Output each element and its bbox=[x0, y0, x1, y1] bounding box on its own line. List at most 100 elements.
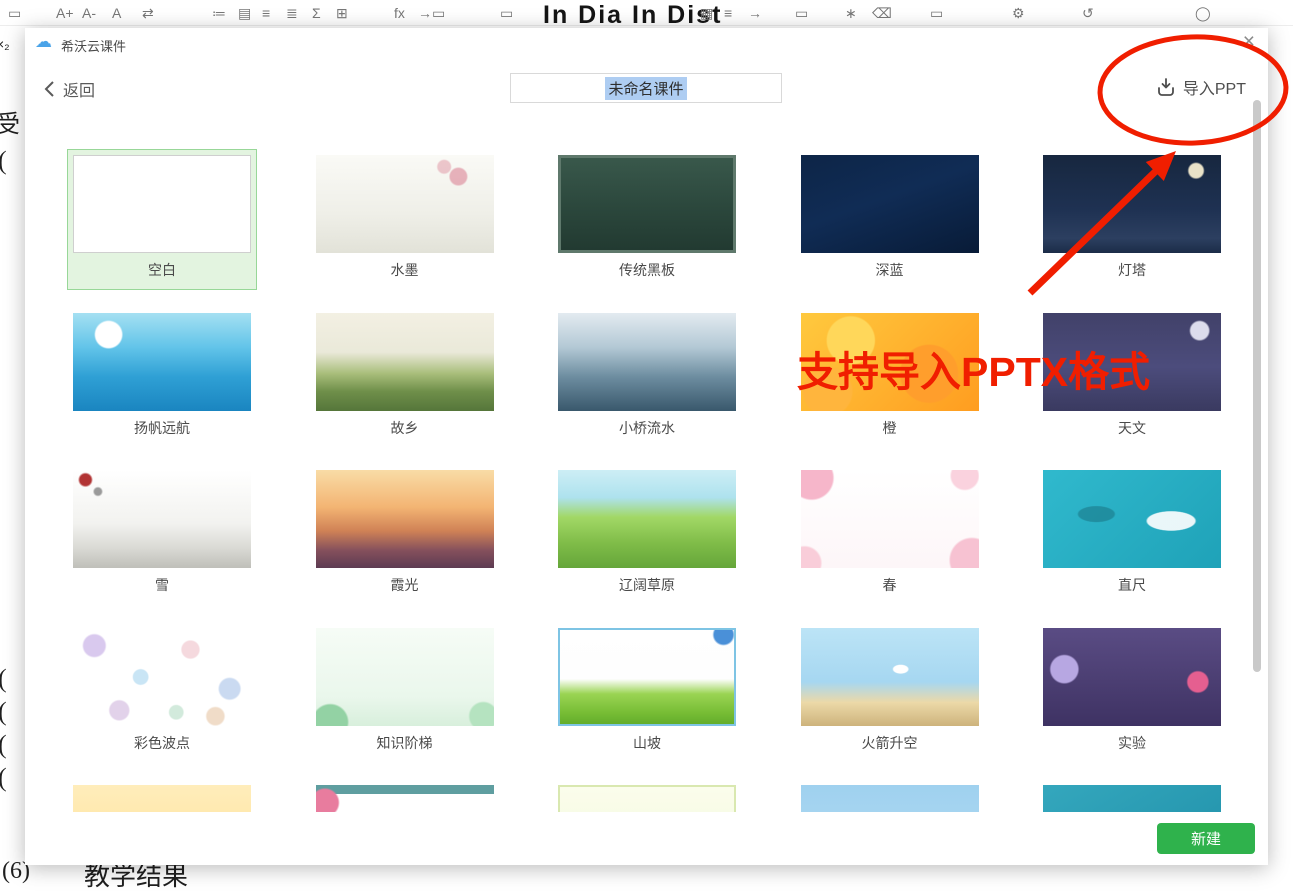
template-item-深蓝[interactable]: 深蓝 bbox=[795, 149, 985, 289]
toolbar-icon: ▭ bbox=[930, 4, 943, 22]
toolbar-icon: ≡ bbox=[724, 4, 732, 22]
template-label: 深蓝 bbox=[801, 253, 979, 289]
template-thumbnail[interactable] bbox=[1043, 628, 1221, 726]
template-thumbnail[interactable] bbox=[1043, 313, 1221, 411]
background-text-fragment: ( bbox=[0, 730, 7, 760]
toolbar-icon: ⇄ bbox=[142, 4, 154, 22]
template-thumbnail[interactable] bbox=[73, 785, 251, 812]
template-item-实验[interactable]: 实验 bbox=[1037, 622, 1227, 762]
template-item-春[interactable]: 春 bbox=[795, 464, 985, 604]
toolbar-icon: ▭ bbox=[432, 4, 445, 22]
template-thumbnail[interactable] bbox=[801, 785, 979, 812]
toolbar-icon: → bbox=[748, 4, 762, 22]
chevron-left-icon bbox=[43, 80, 55, 98]
template-thumbnail[interactable] bbox=[558, 470, 736, 568]
toolbar-icon: ▤ bbox=[238, 4, 251, 22]
toolbar-icon: ⌫ bbox=[872, 4, 892, 22]
template-thumbnail[interactable] bbox=[1043, 785, 1221, 812]
template-item-直尺[interactable]: 直尺 bbox=[1037, 464, 1227, 604]
template-thumbnail[interactable] bbox=[558, 155, 736, 253]
template-thumbnail[interactable] bbox=[801, 313, 979, 411]
template-thumbnail[interactable] bbox=[316, 313, 494, 411]
toolbar-icon: ▭ bbox=[8, 4, 21, 22]
template-item-灯塔[interactable]: 灯塔 bbox=[1037, 149, 1227, 289]
template-item-小桥流水[interactable]: 小桥流水 bbox=[552, 307, 742, 447]
template-item-天文[interactable]: 天文 bbox=[1037, 307, 1227, 447]
template-label: 灯塔 bbox=[1043, 253, 1221, 289]
template-thumbnail[interactable] bbox=[316, 628, 494, 726]
template-item-故乡[interactable]: 故乡 bbox=[310, 307, 500, 447]
background-toolbar-text: In Dia In Dist bbox=[543, 1, 722, 26]
template-label: 辽阔草原 bbox=[558, 568, 736, 604]
toolbar-icon: A+ bbox=[56, 4, 74, 22]
template-thumbnail[interactable] bbox=[73, 155, 251, 253]
toolbar-icon: fx bbox=[394, 4, 405, 22]
template-item-火箭升空[interactable]: 火箭升空 bbox=[795, 622, 985, 762]
template-item-山坡[interactable]: 山坡 bbox=[552, 622, 742, 762]
template-item-row5-1[interactable] bbox=[67, 779, 257, 812]
template-item-雪[interactable]: 雪 bbox=[67, 464, 257, 604]
template-label: 直尺 bbox=[1043, 568, 1221, 604]
toolbar-icon: ≡ bbox=[262, 4, 270, 22]
template-label: 霞光 bbox=[316, 568, 494, 604]
template-thumbnail[interactable] bbox=[801, 628, 979, 726]
template-label: 传统黑板 bbox=[558, 253, 736, 289]
filename-selected-text: 未命名课件 bbox=[605, 77, 686, 100]
import-ppt-button[interactable]: 导入PPT bbox=[1156, 75, 1246, 99]
template-thumbnail[interactable] bbox=[316, 785, 494, 812]
toolbar-icon: ↺ bbox=[1082, 4, 1094, 22]
background-text-fragment: ( bbox=[0, 763, 7, 793]
toolbar-icon: → bbox=[418, 4, 432, 22]
template-label: 扬帆远航 bbox=[73, 411, 251, 447]
template-item-知识阶梯[interactable]: 知识阶梯 bbox=[310, 622, 500, 762]
template-thumbnail[interactable] bbox=[316, 470, 494, 568]
toolbar-icon: ▦ bbox=[700, 4, 713, 22]
template-label: 山坡 bbox=[558, 726, 736, 762]
template-thumbnail[interactable] bbox=[558, 785, 736, 812]
template-item-橙[interactable]: 橙 bbox=[795, 307, 985, 447]
template-item-row5-4[interactable] bbox=[795, 779, 985, 812]
template-thumbnail[interactable] bbox=[1043, 470, 1221, 568]
template-thumbnail[interactable] bbox=[801, 470, 979, 568]
toolbar-icon: ▭ bbox=[500, 4, 513, 22]
template-label: 水墨 bbox=[316, 253, 494, 289]
template-item-row5-2[interactable] bbox=[310, 779, 500, 812]
import-download-icon bbox=[1156, 78, 1176, 97]
template-thumbnail[interactable] bbox=[558, 313, 736, 411]
template-item-彩色波点[interactable]: 彩色波点 bbox=[67, 622, 257, 762]
template-thumbnail[interactable] bbox=[316, 155, 494, 253]
template-item-row5-3[interactable] bbox=[552, 779, 742, 812]
template-thumbnail[interactable] bbox=[1043, 155, 1221, 253]
template-grid: 空白水墨 传统黑板 深蓝 灯塔扬帆远航 故乡 小桥流水橙 天文雪 霞光 辽阔草原 春 直尺彩色波点知… bbox=[25, 28, 1268, 812]
template-item-传统黑板[interactable]: 传统黑板 bbox=[552, 149, 742, 289]
background-text-fragment: ( bbox=[0, 697, 7, 727]
background-text-fragment: ( bbox=[0, 664, 7, 694]
back-button[interactable]: 返回 bbox=[43, 77, 95, 101]
toolbar-icon: ≣ bbox=[286, 4, 298, 22]
toolbar-icon: ⚙ bbox=[1012, 4, 1025, 22]
template-item-霞光[interactable]: 霞光 bbox=[310, 464, 500, 604]
back-label: 返回 bbox=[63, 77, 95, 101]
template-thumbnail[interactable] bbox=[73, 628, 251, 726]
template-item-扬帆远航[interactable]: 扬帆远航 bbox=[67, 307, 257, 447]
template-item-空白[interactable]: 空白 bbox=[67, 149, 257, 290]
template-thumbnail[interactable] bbox=[801, 155, 979, 253]
template-item-辽阔草原[interactable]: 辽阔草原 bbox=[552, 464, 742, 604]
background-text-fragment: 受 bbox=[0, 104, 20, 139]
toolbar-icon: ∗ bbox=[845, 4, 857, 22]
template-thumbnail[interactable] bbox=[73, 470, 251, 568]
template-label: 春 bbox=[801, 568, 979, 604]
filename-input[interactable]: 未命名课件 bbox=[510, 73, 782, 103]
template-label: 故乡 bbox=[316, 411, 494, 447]
template-label: 橙 bbox=[801, 411, 979, 447]
template-thumbnail[interactable] bbox=[73, 313, 251, 411]
import-ppt-label: 导入PPT bbox=[1183, 75, 1246, 99]
template-item-row5-5[interactable] bbox=[1037, 779, 1227, 812]
template-label: 实验 bbox=[1043, 726, 1221, 762]
scrollbar[interactable] bbox=[1253, 100, 1261, 672]
template-item-水墨[interactable]: 水墨 bbox=[310, 149, 500, 289]
template-thumbnail[interactable] bbox=[558, 628, 736, 726]
new-button[interactable]: 新建 bbox=[1157, 823, 1255, 854]
toolbar-icon: ⊞ bbox=[336, 4, 348, 22]
template-label: 雪 bbox=[73, 568, 251, 604]
